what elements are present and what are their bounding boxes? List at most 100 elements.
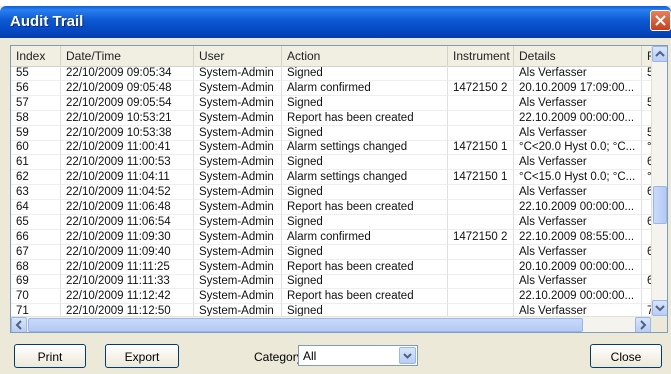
cell-user: System-Admin [194, 200, 282, 216]
column-header-action[interactable]: Action [282, 46, 448, 66]
audit-table: Index Date/Time User Action Instrument D… [10, 45, 668, 333]
table-row[interactable]: 66 22/10/2009 11:09:30 System-Admin Alarm c… [11, 229, 667, 245]
table-body: 55 22/10/2009 09:05:34 System-Admin Signed A… [11, 66, 667, 320]
scroll-down-button[interactable] [652, 300, 667, 316]
table-row[interactable]: 56 22/10/2009 09:05:48 System-Admin Alarm c… [11, 80, 667, 96]
horizontal-scroll-thumb[interactable] [28, 318, 583, 332]
cell-datetime: 22/10/2009 10:53:21 [61, 110, 194, 126]
cell-details: Als Verfasser [514, 185, 642, 201]
cell-datetime: 22/10/2009 11:04:52 [61, 185, 194, 201]
cell-action: Alarm confirmed [282, 229, 448, 245]
cell-user: System-Admin [194, 259, 282, 275]
vertical-scroll-thumb[interactable] [653, 186, 667, 224]
cell-action: Signed [282, 155, 448, 171]
table-row[interactable]: 64 22/10/2009 11:06:48 System-Admin Report … [11, 200, 667, 216]
cell-user: System-Admin [194, 140, 282, 156]
chevron-down-icon [403, 353, 412, 359]
cell-action: Signed [282, 274, 448, 290]
table-row[interactable]: 68 22/10/2009 11:11:25 System-Admin Report … [11, 259, 667, 275]
cell-details: 22.10.2009 00:00:00... [514, 110, 642, 126]
cell-details: Als Verfasser [514, 244, 642, 260]
table-row[interactable]: 61 22/10/2009 11:00:53 System-Admin Signed A… [11, 155, 667, 171]
cell-index: 65 [11, 214, 61, 230]
horizontal-scrollbar[interactable] [11, 316, 651, 332]
cell-action: Signed [282, 125, 448, 141]
cell-action: Signed [282, 214, 448, 230]
cell-action: Report has been created [282, 200, 448, 216]
close-button[interactable]: Close [590, 344, 662, 368]
window-title: Audit Trail [10, 13, 84, 30]
export-button[interactable]: Export [105, 344, 179, 368]
cell-instrument [448, 289, 514, 305]
cell-user: System-Admin [194, 66, 282, 81]
cell-action: Alarm settings changed [282, 170, 448, 186]
table-row[interactable]: 65 22/10/2009 11:06:54 System-Admin Signed A… [11, 214, 667, 230]
cell-user: System-Admin [194, 155, 282, 171]
cell-datetime: 22/10/2009 11:09:40 [61, 244, 194, 260]
category-label: Category [254, 350, 303, 364]
arrow-left-icon [15, 320, 22, 330]
audit-trail-window: Audit Trail Index Date/Time User Action … [0, 0, 671, 374]
table-row[interactable]: 70 22/10/2009 11:12:42 System-Admin Report … [11, 289, 667, 305]
cell-datetime: 22/10/2009 11:09:30 [61, 229, 194, 245]
cell-details: 20.10.2009 00:00:00... [514, 259, 642, 275]
cell-datetime: 22/10/2009 11:04:11 [61, 170, 194, 186]
scrollbar-corner [651, 316, 667, 332]
cell-action: Signed [282, 185, 448, 201]
scroll-up-button[interactable] [652, 46, 667, 62]
scroll-right-button[interactable] [635, 317, 651, 332]
cell-datetime: 22/10/2009 11:11:33 [61, 274, 194, 290]
cell-instrument [448, 125, 514, 141]
cell-action: Signed [282, 244, 448, 260]
print-button[interactable]: Print [14, 344, 86, 368]
cell-index: 64 [11, 200, 61, 216]
table-row[interactable]: 58 22/10/2009 10:53:21 System-Admin Report … [11, 110, 667, 126]
arrow-down-icon [655, 305, 665, 312]
arrow-right-icon [640, 320, 647, 330]
cell-instrument [448, 185, 514, 201]
table-row[interactable]: 59 22/10/2009 10:53:38 System-Admin Signed A… [11, 125, 667, 141]
arrow-up-icon [655, 50, 665, 57]
title-bar[interactable]: Audit Trail [0, 6, 671, 38]
cell-index: 62 [11, 170, 61, 186]
column-header-instrument[interactable]: Instrument [448, 46, 514, 66]
table-row[interactable]: 55 22/10/2009 09:05:34 System-Admin Signed A… [11, 66, 667, 81]
cell-index: 67 [11, 244, 61, 260]
column-header-index[interactable]: Index [11, 46, 61, 66]
category-value: All [303, 349, 317, 363]
cell-datetime: 22/10/2009 11:12:42 [61, 289, 194, 305]
column-header-datetime[interactable]: Date/Time [61, 46, 194, 66]
table-row[interactable]: 69 22/10/2009 11:11:33 System-Admin Signed A… [11, 274, 667, 290]
cell-instrument [448, 244, 514, 260]
cell-action: Report has been created [282, 259, 448, 275]
table-row[interactable]: 67 22/10/2009 11:09:40 System-Admin Signed A… [11, 244, 667, 260]
cell-index: 57 [11, 95, 61, 111]
table-row[interactable]: 60 22/10/2009 11:00:41 System-Admin Alarm s… [11, 140, 667, 156]
scroll-left-button[interactable] [11, 317, 27, 332]
cell-user: System-Admin [194, 80, 282, 96]
cell-user: System-Admin [194, 229, 282, 245]
cell-instrument: 1472150 2 [448, 80, 514, 96]
cell-instrument: 1472150 2 [448, 229, 514, 245]
cell-index: 70 [11, 289, 61, 305]
vertical-scrollbar[interactable] [651, 46, 667, 316]
cell-instrument [448, 259, 514, 275]
close-window-button[interactable] [650, 10, 671, 31]
column-header-user[interactable]: User [194, 46, 282, 66]
cell-datetime: 22/10/2009 11:11:25 [61, 259, 194, 275]
cell-details: 22.10.2009 00:00:00... [514, 200, 642, 216]
table-row[interactable]: 57 22/10/2009 09:05:54 System-Admin Signed A… [11, 95, 667, 111]
cell-instrument [448, 214, 514, 230]
cell-details: °C<15.0 Hyst 0.0; °C... [514, 170, 642, 186]
cell-index: 68 [11, 259, 61, 275]
column-header-details[interactable]: Details [514, 46, 642, 66]
cell-action: Signed [282, 95, 448, 111]
cell-instrument: 1472150 1 [448, 140, 514, 156]
table-row[interactable]: 63 22/10/2009 11:04:52 System-Admin Signed A… [11, 185, 667, 201]
category-dropdown-button[interactable] [399, 347, 416, 364]
cell-action: Alarm settings changed [282, 140, 448, 156]
cell-details: 20.10.2009 17:09:00... [514, 80, 642, 96]
cell-datetime: 22/10/2009 09:05:48 [61, 80, 194, 96]
category-select[interactable]: All [298, 345, 418, 366]
table-row[interactable]: 62 22/10/2009 11:04:11 System-Admin Alarm s… [11, 170, 667, 186]
